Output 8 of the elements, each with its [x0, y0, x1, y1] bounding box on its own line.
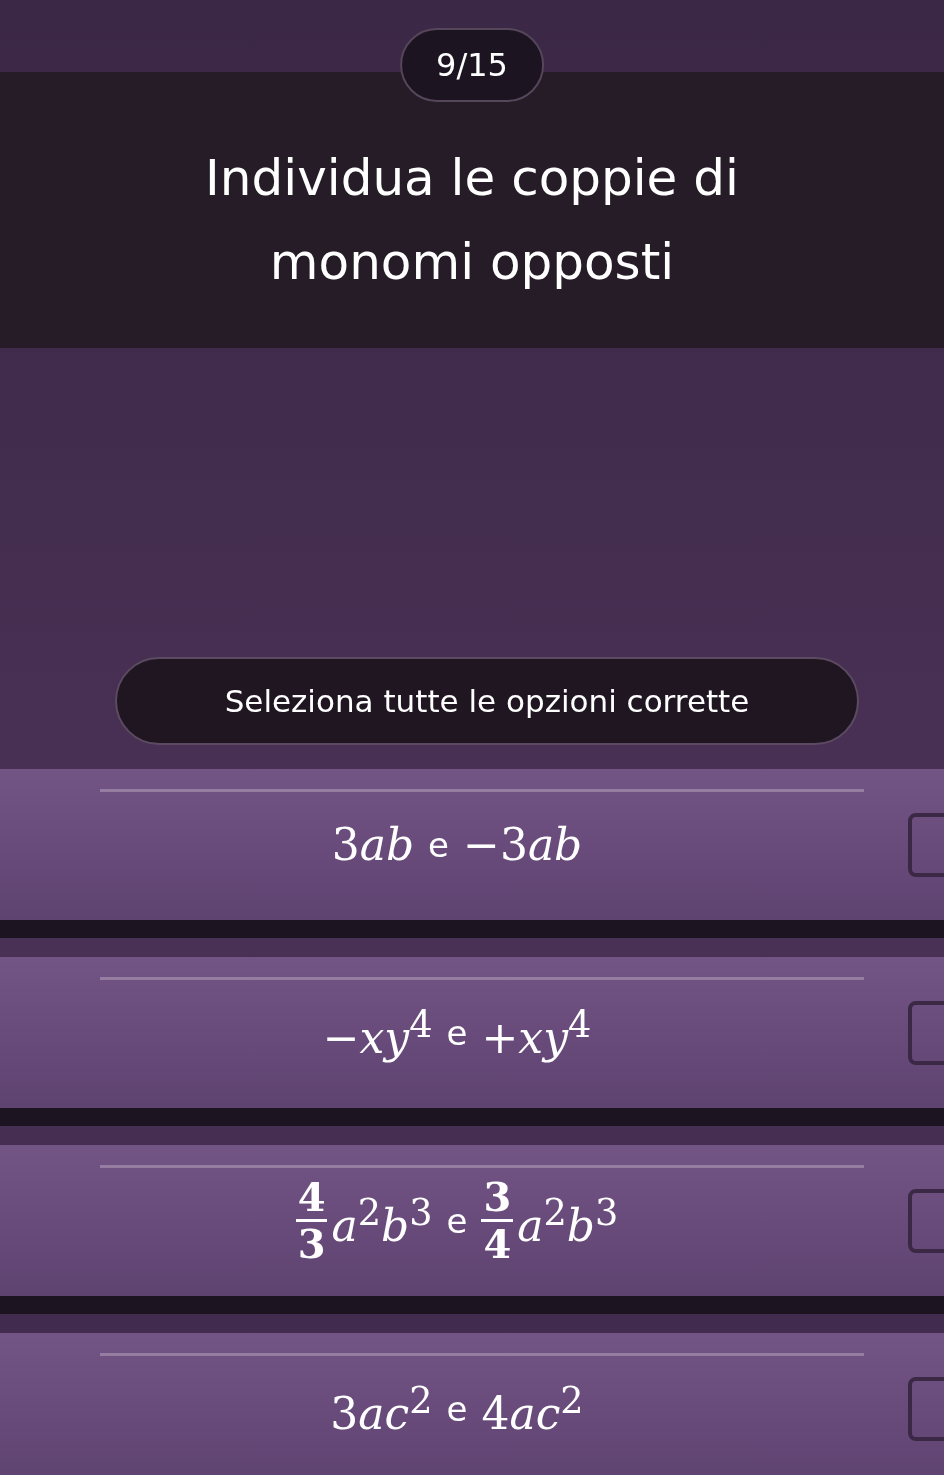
- question-text: Individua le coppie di monomi opposti: [204, 148, 740, 293]
- checkbox[interactable]: [908, 812, 944, 877]
- progress-counter: 9/15: [400, 28, 544, 102]
- checkbox[interactable]: [908, 1000, 944, 1065]
- checkbox[interactable]: [908, 1188, 944, 1253]
- answer-option[interactable]: 3ac$^{2}$ e 4ac$^{2}$: [0, 1333, 944, 1475]
- instruction-label: Seleziona tutte le opzioni corrette: [115, 657, 859, 745]
- checkbox[interactable]: [908, 1376, 944, 1441]
